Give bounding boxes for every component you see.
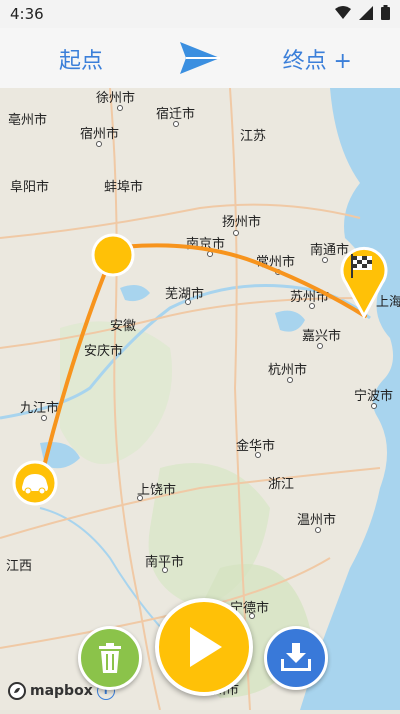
city-label: 上饶市 — [137, 482, 176, 498]
city-label: 宿迁市 — [156, 106, 195, 122]
mapbox-logo-icon — [8, 682, 26, 700]
city-label: 温州市 — [297, 512, 336, 528]
trash-icon — [99, 643, 121, 673]
city-label: 金华市 — [236, 438, 275, 454]
city-label: 蚌埠市 — [104, 179, 143, 195]
city-label: 阜阳市 — [10, 179, 49, 195]
wifi-icon — [335, 5, 351, 19]
download-icon — [281, 643, 311, 671]
play-icon — [190, 627, 222, 667]
send-icon[interactable] — [178, 40, 222, 76]
city-label: 常州市 — [256, 254, 295, 270]
city-label: 安庆市 — [84, 343, 123, 359]
city-label: 芜湖市 — [165, 286, 204, 302]
city-label: 浙江 — [268, 477, 294, 492]
city-label: 扬州市 — [222, 214, 261, 230]
city-label: 嘉兴市 — [302, 328, 341, 344]
car-marker[interactable] — [12, 460, 58, 506]
route-bar: 起点 终点 + — [0, 28, 400, 89]
waypoint-marker[interactable] — [91, 233, 135, 277]
battery-icon — [381, 5, 390, 20]
delete-route-button[interactable] — [78, 626, 142, 690]
city-label: 徐州市 — [96, 90, 135, 106]
city-label: 安徽 — [110, 319, 136, 334]
status-time: 4:36 — [10, 5, 44, 23]
start-point-button[interactable]: 起点 — [59, 43, 103, 75]
signal-icon — [359, 5, 373, 20]
city-label: 宁波市 — [354, 388, 393, 404]
city-label: 九江市 — [20, 400, 59, 416]
city-label: 江西 — [6, 559, 32, 574]
end-point-button[interactable]: 终点 + — [283, 43, 352, 75]
city-label: 亳州市 — [8, 112, 47, 128]
city-label: 杭州市 — [268, 362, 307, 378]
download-map-button[interactable] — [264, 626, 328, 690]
city-label: 南通市 — [310, 242, 349, 258]
start-navigation-button[interactable] — [155, 598, 253, 696]
city-label: 宿州市 — [80, 126, 119, 142]
mapbox-brand: mapbox — [30, 683, 93, 699]
status-bar: 4:36 — [0, 0, 400, 28]
city-label: 上海 — [376, 295, 400, 310]
city-label: 江苏 — [240, 128, 266, 144]
